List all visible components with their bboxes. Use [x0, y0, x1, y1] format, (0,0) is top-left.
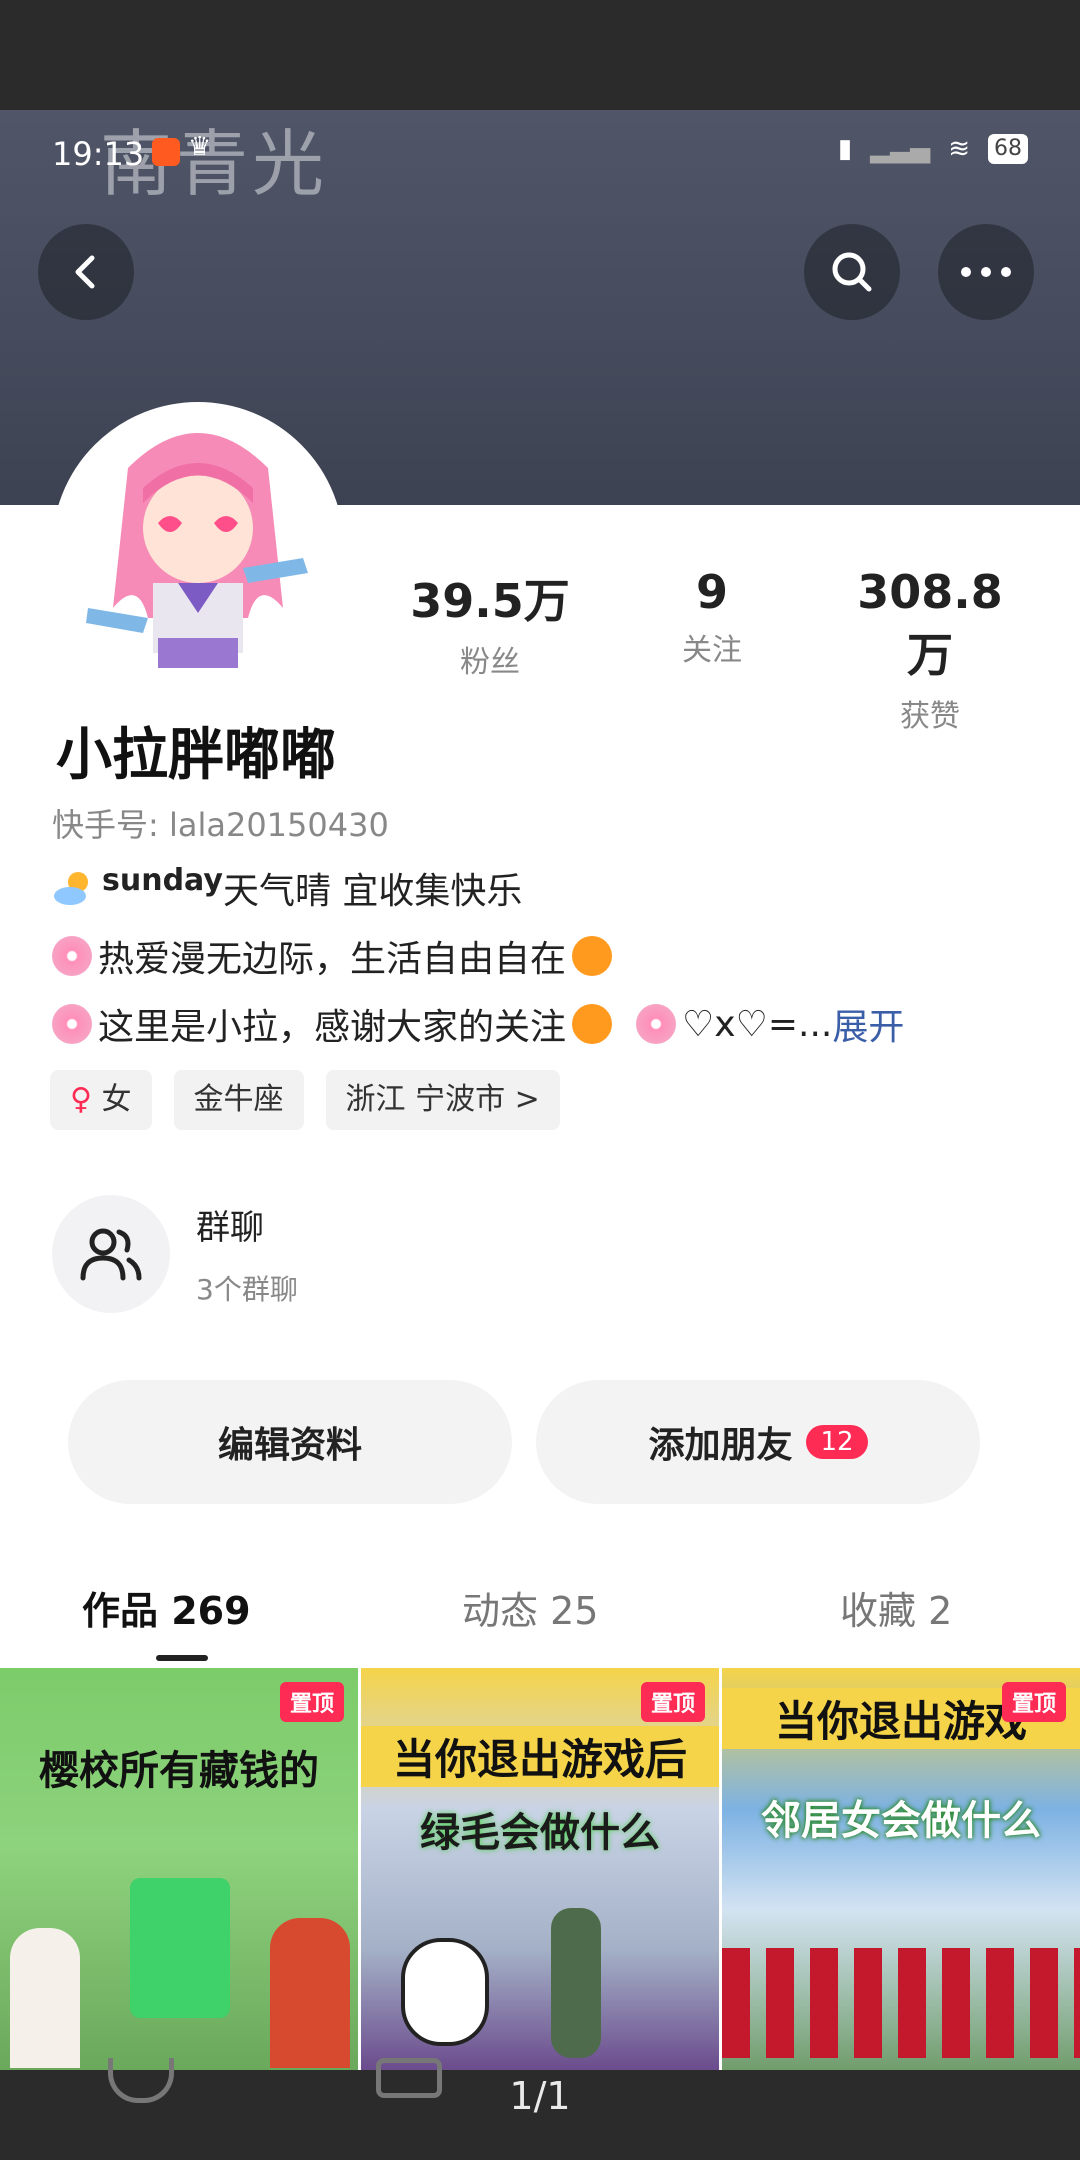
following-stat[interactable]: 9 关注 — [622, 565, 802, 669]
vibrate-icon: ▮ — [837, 134, 853, 164]
app-notification-icon — [152, 138, 180, 166]
chevron-left-icon — [75, 255, 95, 289]
likes-label: 获赞 — [900, 699, 960, 734]
video-2-subtitle: 绿毛会做什么 — [420, 1810, 660, 1856]
avatar[interactable] — [52, 402, 344, 694]
orange-icon — [572, 936, 613, 976]
character-left — [10, 1928, 80, 2068]
more-horizontal-icon — [961, 267, 1011, 277]
status-time: 19:13 — [52, 135, 145, 173]
tab-favorites[interactable]: 收藏 2 — [840, 1580, 952, 1635]
add-friend-badge: 12 — [806, 1425, 868, 1459]
zodiac-tag: 金牛座 — [173, 1070, 304, 1130]
flower-icon — [52, 936, 92, 976]
followers-count: 39.5万 — [410, 574, 570, 628]
flower-icon — [636, 1004, 677, 1044]
profile-screenshot: 南青光 19:13 ♛ ▮ ▂▃▄ ≋ 68 39.5万 粉丝 9 关注 308… — [0, 110, 1080, 2070]
nickname: 小拉胖嘟嘟 — [56, 722, 336, 788]
bio-line-2-text: 热爱漫无边际，生活自由自在 — [98, 939, 567, 980]
search-icon — [832, 252, 872, 292]
pinned-badge: 置顶 — [279, 1682, 344, 1722]
likes-count: 308.8万 — [857, 565, 1003, 682]
group-chat-title[interactable]: 群聊 — [196, 1200, 264, 1249]
bio-sunday: sunday — [102, 862, 223, 898]
signal-icon: ▂▃▄ — [870, 134, 931, 164]
group-chat-subtitle: 3个群聊 — [196, 1273, 298, 1306]
pinned-badge: 置顶 — [640, 1682, 705, 1722]
group-chat-icon-button[interactable] — [52, 1195, 170, 1313]
more-button[interactable] — [938, 224, 1034, 320]
edit-profile-label: 编辑资料 — [217, 1425, 362, 1466]
active-tab-indicator — [156, 1655, 208, 1661]
back-button[interactable] — [38, 224, 134, 320]
tab-moments[interactable]: 动态 25 — [462, 1580, 598, 1635]
profile-tags: ♀ 女 金牛座 浙江 宁波市 > — [50, 1070, 560, 1130]
add-friend-button[interactable]: 添加朋友 12 — [536, 1380, 980, 1504]
bio-weather-text: 天气晴 宜收集快乐 — [222, 871, 523, 912]
add-friend-label: 添加朋友 — [648, 1425, 793, 1466]
search-button[interactable] — [804, 224, 900, 320]
bio-line-2: 热爱漫无边际，生活自由自在 — [52, 930, 613, 982]
video-2-title: 当你退出游戏后 — [361, 1726, 719, 1787]
status-icons: ▮ ▂▃▄ ≋ 68 — [838, 134, 1028, 164]
pinned-badge: 置顶 — [1001, 1682, 1066, 1722]
panda-character — [401, 1938, 489, 2046]
tab-works[interactable]: 作品 269 — [82, 1580, 251, 1635]
female-icon: ♀ — [70, 1082, 92, 1117]
character-right — [270, 1918, 350, 2068]
image-viewer-top-bar — [0, 0, 1080, 110]
followers-stat[interactable]: 39.5万 粉丝 — [400, 565, 580, 681]
sun-cloud-icon — [52, 868, 96, 908]
video-thumbnail-1[interactable]: 樱校所有藏钱的 置顶 — [0, 1668, 358, 2070]
crown-icon: ♛ — [188, 132, 212, 162]
following-count: 9 — [695, 565, 728, 619]
location-tag[interactable]: 浙江 宁波市 > — [325, 1070, 560, 1130]
video-3-subtitle: 邻居女会做什么 — [761, 1798, 1041, 1844]
gender-tag: ♀ 女 — [50, 1070, 152, 1130]
following-label: 关注 — [682, 633, 742, 668]
people-icon — [80, 1228, 142, 1281]
likes-stat[interactable]: 308.8万 获赞 — [840, 565, 1020, 735]
orange-icon — [572, 1004, 613, 1044]
page-indicator: 1/1 — [509, 2074, 571, 2118]
bio-line-3: 这里是小拉，感谢大家的关注 ♡x♡=... 展开 — [52, 998, 904, 1050]
video-1-title: 樱校所有藏钱的 — [39, 1748, 319, 1794]
flower-icon — [52, 1004, 92, 1044]
battery-indicator: 68 — [988, 134, 1028, 164]
money-bag-icon — [130, 1878, 230, 2018]
bio-line-1: sunday 天气晴 宜收集快乐 — [52, 862, 522, 914]
user-id[interactable]: 快手号: lala20150430 — [52, 800, 389, 846]
followers-label: 粉丝 — [460, 645, 520, 680]
wifi-icon: ≋ — [948, 134, 970, 164]
bio-line-3-tail: ♡x♡=... — [682, 1003, 833, 1045]
video-thumbnail-2[interactable]: 当你退出游戏后 绿毛会做什么 置顶 — [361, 1668, 719, 2070]
red-uniform-characters — [722, 1948, 1080, 2058]
avatar-illustration — [58, 408, 338, 688]
green-hair-character — [551, 1908, 601, 2058]
bio-line-3-text: 这里是小拉，感谢大家的关注 — [98, 1007, 567, 1048]
edit-profile-button[interactable]: 编辑资料 — [68, 1380, 512, 1504]
bio-expand-link[interactable]: 展开 — [832, 998, 904, 1050]
video-thumbnail-3[interactable]: 当你退出游戏 邻居女会做什么 置顶 — [722, 1668, 1080, 2070]
gender-label: 女 — [101, 1082, 132, 1117]
